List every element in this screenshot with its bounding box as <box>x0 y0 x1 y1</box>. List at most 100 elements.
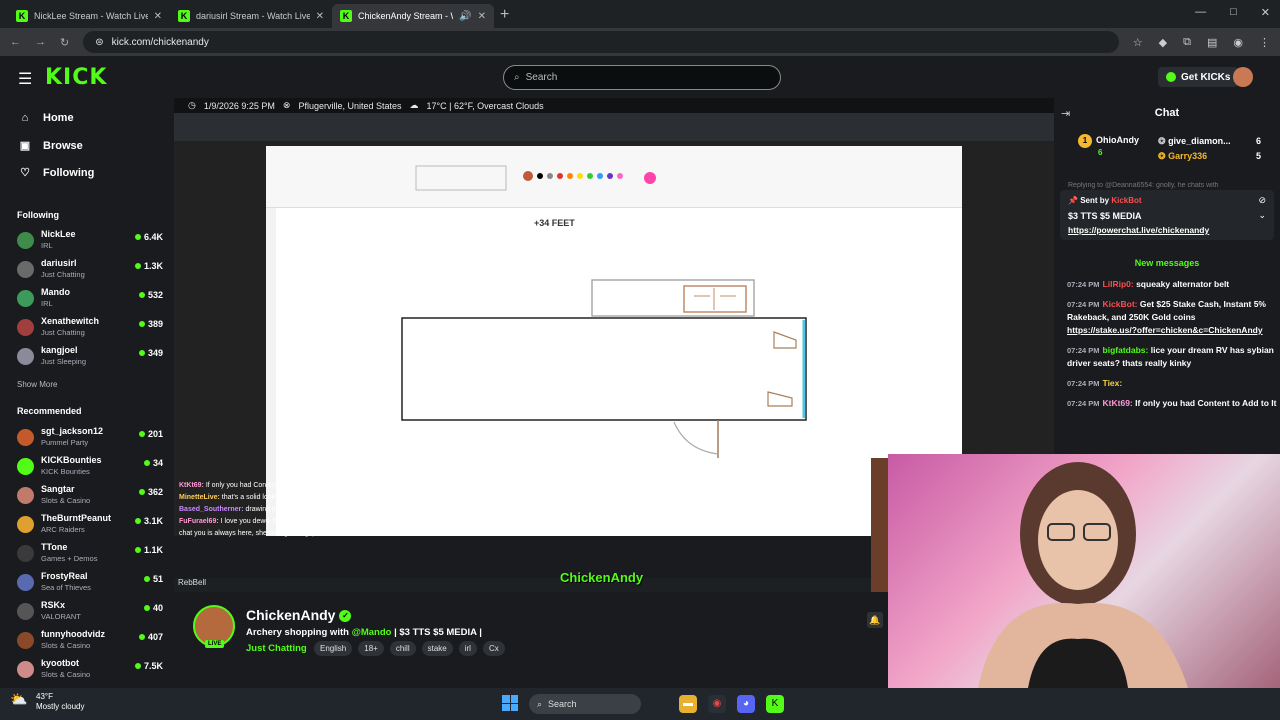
menu-kebab-icon[interactable]: ⋮ <box>1259 36 1270 49</box>
viewer-count: 389 <box>138 319 163 329</box>
speaker-icon[interactable]: 🔊 <box>459 11 471 22</box>
sidebar-channel[interactable]: kangjoel Just Sleeping 349 <box>17 345 167 371</box>
nav-browse[interactable]: ▣ Browse <box>17 139 83 153</box>
maximize-button[interactable]: □ <box>1230 6 1237 19</box>
extension-icon[interactable]: ◆ <box>1159 36 1167 49</box>
back-icon[interactable]: ← <box>10 36 21 48</box>
chat-username[interactable]: KickBot: <box>1103 299 1138 309</box>
viewer-count-text: 1.3K <box>143 261 163 271</box>
close-tab-icon[interactable]: ✕ <box>478 11 486 22</box>
taskbar-search-label: Search <box>548 699 577 709</box>
browser-tab[interactable]: K NickLee Stream - Watch Live o ✕ <box>8 4 170 28</box>
webcam-edge <box>871 458 888 592</box>
sidebar-channel[interactable]: KICKBounties KICK Bounties 34 <box>17 455 167 481</box>
chat-message[interactable]: 07:24 PM KickBot: Get $25 Stake Cash, Ins… <box>1067 298 1277 337</box>
stream-tag[interactable]: Cx <box>482 641 505 656</box>
stream-tag[interactable]: stake <box>421 641 453 656</box>
pinned-message[interactable]: 📌 Sent by KickBot ⊘ ⌄ $3 TTS $5 MEDIA ht… <box>1060 190 1274 240</box>
windows-start-icon[interactable] <box>502 695 518 711</box>
nav-home[interactable]: ⌂ Home <box>17 112 74 124</box>
get-kicks-button[interactable]: Get KICKs <box>1158 67 1239 87</box>
browser-tab-active[interactable]: K ChickenAndy Stream - Watc 🔊 ✕ <box>332 4 494 28</box>
gifter-1[interactable]: 1 OhioAndy 6 <box>1078 134 1139 157</box>
reload-icon[interactable]: ↻ <box>60 36 69 49</box>
sidebar-channel[interactable]: NickLee IRL 6.4K <box>17 229 167 255</box>
sidebar-channel[interactable]: Xenathewitch Just Chatting 389 <box>17 316 167 342</box>
file-explorer-icon[interactable]: ▬ <box>679 695 697 713</box>
stream-title: Archery shopping with @Mando | $3 TTS $5… <box>246 627 482 638</box>
gift-icon: ❂ <box>1158 136 1166 146</box>
chat-message[interactable]: 07:24 PM Tiex: <box>1067 377 1277 390</box>
forward-icon[interactable]: → <box>35 36 46 48</box>
puzzle-icon[interactable]: ⧉ <box>1183 36 1191 49</box>
unpin-icon[interactable]: ⊘ <box>1258 195 1266 206</box>
chevron-down-icon[interactable]: ⌄ <box>1258 210 1266 221</box>
chat-username[interactable]: Tiex: <box>1103 378 1123 388</box>
sidebar-channel[interactable]: dariusirl Just Chatting 1.3K <box>17 258 167 284</box>
chat-message[interactable]: 07:24 PM bigfatdabs: lice your dream RV h… <box>1067 344 1277 370</box>
live-dot-icon <box>138 321 145 327</box>
taskbar-search[interactable]: ⌕ Search <box>529 694 641 714</box>
gifter-3[interactable]: ❂ Garry336 5 <box>1158 151 1261 162</box>
stream-category-link[interactable]: Just Chatting <box>246 643 307 654</box>
sidebar-channel[interactable]: TTone Games + Demos 1.1K <box>17 542 167 568</box>
show-more-link[interactable]: Show More <box>17 380 57 389</box>
chrome-icon[interactable]: ◉ <box>708 695 726 713</box>
pinned-text: $3 TTS $5 MEDIA <box>1068 211 1142 221</box>
weather-widget[interactable]: ⛅ 43°F Mostly cloudy <box>10 692 84 712</box>
site-info-icon[interactable]: ⊜ <box>95 37 103 48</box>
hamburger-menu-icon[interactable]: ☰ <box>18 69 32 89</box>
minimize-button[interactable]: — <box>1195 6 1206 19</box>
paint-window: +34 FEET <box>266 146 962 536</box>
user-avatar[interactable] <box>1233 67 1253 87</box>
stream-tag[interactable]: 18+ <box>358 641 384 656</box>
weather-cloud-icon: ⛅ <box>10 691 28 707</box>
home-icon: ⌂ <box>21 112 29 124</box>
kick-app-icon[interactable]: K <box>766 695 784 713</box>
sidebar-channel[interactable]: kyootbot Slots & Casino 7.5K <box>17 658 167 684</box>
chat-message[interactable]: 07:24 PM KtKt69: If only you had Content … <box>1067 397 1277 410</box>
sent-by-user[interactable]: KickBot <box>1111 196 1141 205</box>
close-tab-icon[interactable]: ✕ <box>154 11 162 22</box>
chat-username[interactable]: KtKt69: <box>1103 398 1133 408</box>
sidebar-channel[interactable]: sgt_jackson12 Pummel Party 201 <box>17 426 167 452</box>
chat-username[interactable]: LilRip0: <box>1103 279 1134 289</box>
live-dot-icon <box>143 605 150 611</box>
chat-message[interactable]: 07:24 PM LilRip0: squeaky alternator belt <box>1067 278 1277 291</box>
live-dot-icon <box>138 431 145 437</box>
browser-tab[interactable]: K dariusirl Stream - Watch Live o ✕ <box>170 4 332 28</box>
channel-name[interactable]: ChickenAndy ✓ <box>246 607 352 623</box>
channel-name: funnyhoodvidz <box>41 629 105 639</box>
stream-title-mention[interactable]: @Mando <box>352 627 392 638</box>
url-field[interactable]: ⊜ kick.com/chickenandy <box>83 31 1119 53</box>
location-icon: ⊗ <box>282 100 291 110</box>
stream-tag[interactable]: English <box>314 641 353 656</box>
chat-link[interactable]: https://stake.us/?offer=chicken&c=Chicke… <box>1067 325 1263 335</box>
sidebar-channel[interactable]: TheBurntPeanut ARC Raiders 3.1K <box>17 513 167 539</box>
sidebar-channel[interactable]: FrostyReal Sea of Thieves 51 <box>17 571 167 597</box>
sidepanel-icon[interactable]: ▤ <box>1207 36 1217 49</box>
sidebar-channel[interactable]: Mando IRL 532 <box>17 287 167 313</box>
close-tab-icon[interactable]: ✕ <box>316 11 324 22</box>
notification-bell-icon[interactable]: 🔔 <box>867 612 883 628</box>
discord-icon[interactable]: ◕ <box>737 695 755 713</box>
stream-tag[interactable]: irl <box>458 641 477 656</box>
nav-following[interactable]: ♡ Following <box>17 166 94 180</box>
pinned-link[interactable]: https://powerchat.live/chickenandy <box>1068 225 1209 235</box>
viewer-count: 7.5K <box>134 661 163 671</box>
kick-logo[interactable]: KICK <box>45 65 107 90</box>
bookmark-star-icon[interactable]: ☆ <box>1133 36 1143 49</box>
search-input[interactable]: ⌕ Search <box>503 65 781 90</box>
overlay-rebel-text: RebBell <box>178 578 207 587</box>
new-messages-divider[interactable]: New messages <box>1054 258 1280 268</box>
gifter-2[interactable]: ❂ give_diamon... 6 <box>1158 136 1261 147</box>
sidebar-channel[interactable]: RSKx VALORANT 40 <box>17 600 167 626</box>
recommended-section-title: Recommended <box>17 406 82 416</box>
sidebar-channel[interactable]: funnyhoodvidz Slots & Casino 407 <box>17 629 167 655</box>
stream-tag[interactable]: chill <box>389 641 416 656</box>
new-tab-button[interactable]: + <box>500 4 509 28</box>
close-window-button[interactable]: ✕ <box>1261 6 1270 19</box>
chat-username[interactable]: bigfatdabs: <box>1103 345 1149 355</box>
profile-icon[interactable]: ◉ <box>1233 36 1243 49</box>
sidebar-channel[interactable]: Sangtar Slots & Casino 362 <box>17 484 167 510</box>
